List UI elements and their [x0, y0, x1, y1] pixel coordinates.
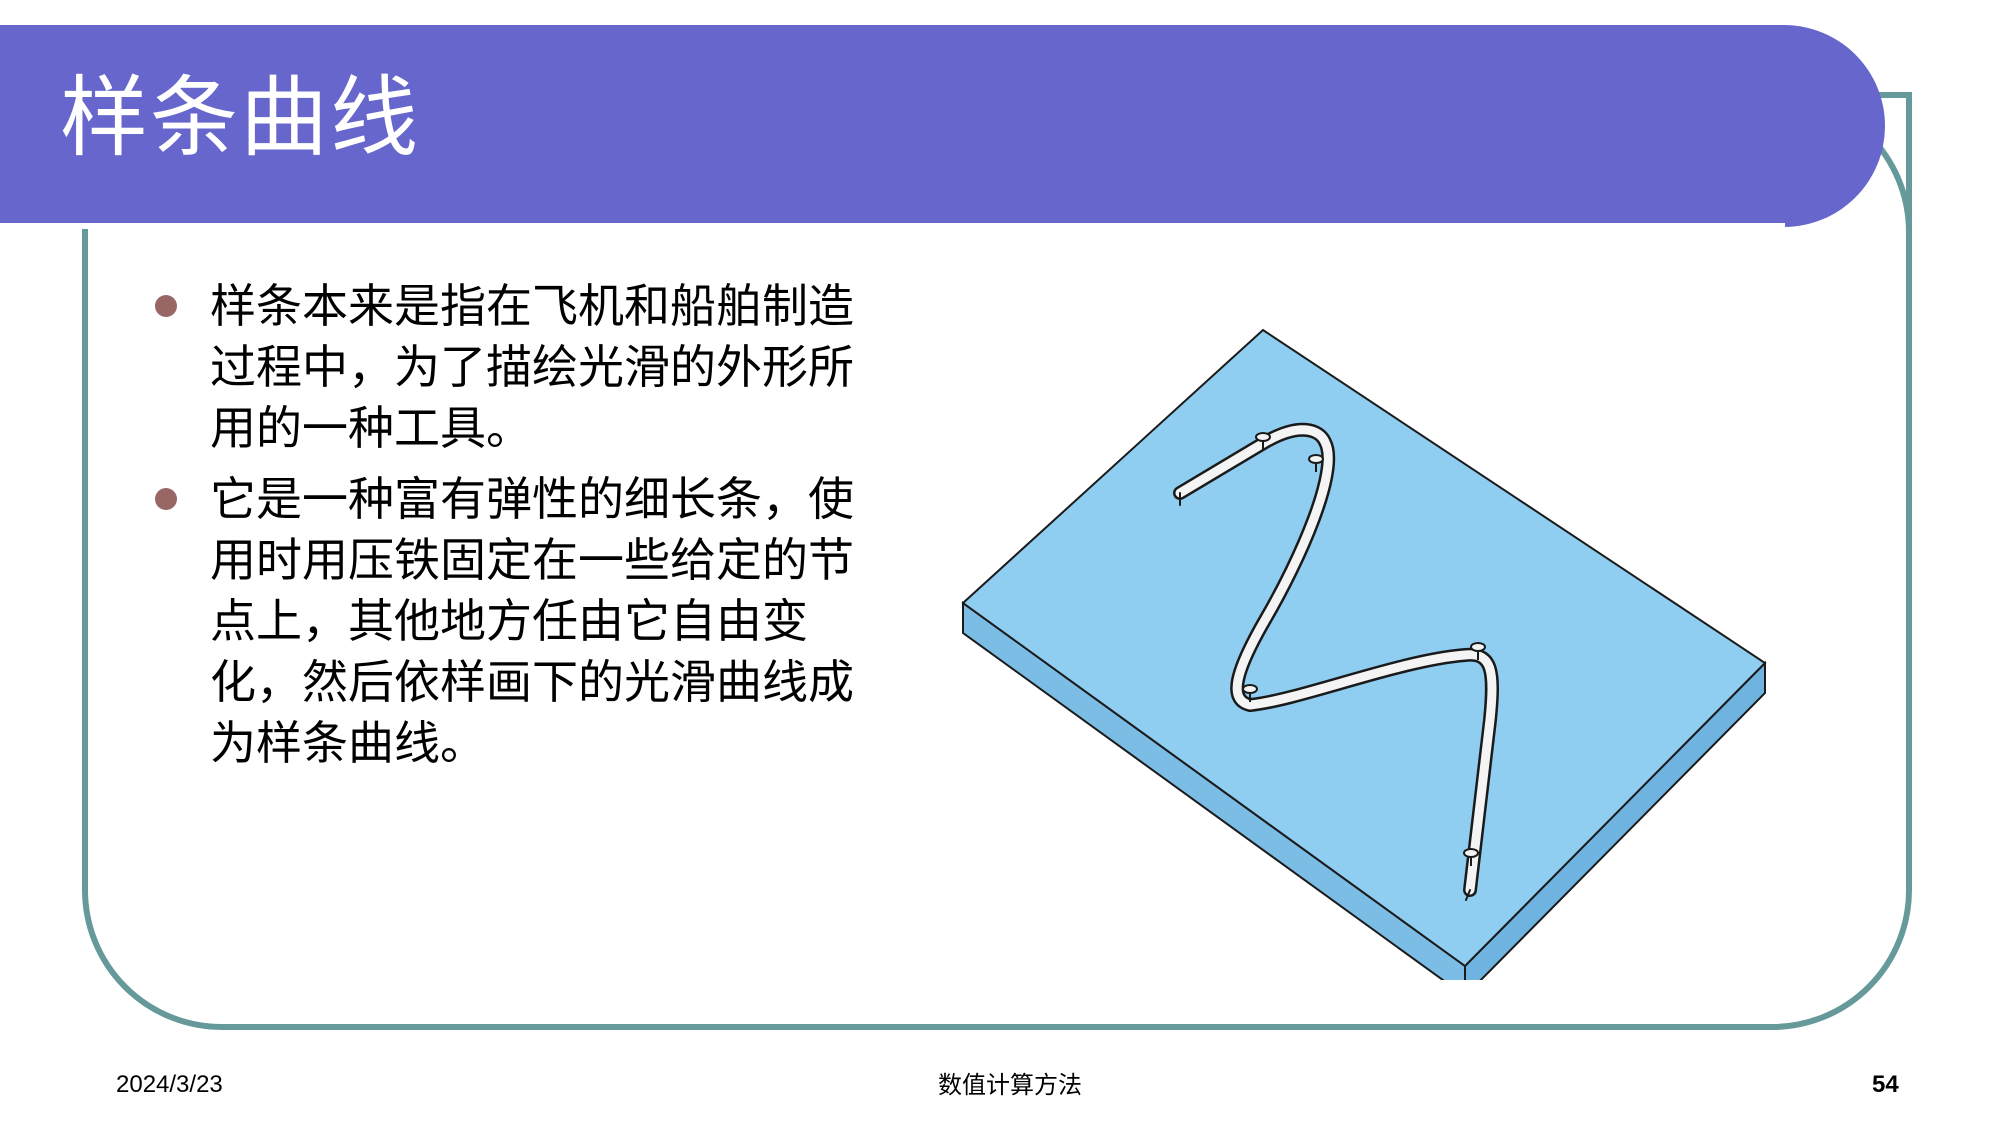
bullet-icon: [155, 488, 177, 510]
bullet-item: 它是一种富有弹性的细长条，使用时用压铁固定在一些给定的节点上，其他地方任由它自由…: [150, 469, 890, 774]
footer-course-title: 数值计算方法: [938, 1071, 1082, 1099]
bullet-item: 样条本来是指在飞机和船舶制造过程中，为了描绘光滑的外形所用的一种工具。: [150, 276, 890, 459]
bullet-text: 它是一种富有弹性的细长条，使用时用压铁固定在一些给定的节点上，其他地方任由它自由…: [210, 472, 854, 770]
slide-title: 样条曲线: [60, 66, 421, 169]
bullet-icon: [155, 295, 177, 317]
spline-board-illustration: [961, 328, 1767, 980]
board-top: [961, 328, 1767, 968]
bullet-list: 样条本来是指在飞机和船舶制造过程中，为了描绘光滑的外形所用的一种工具。 它是一种…: [150, 276, 890, 784]
title-underline: [0, 223, 1785, 229]
page-number: 54: [1872, 1071, 1899, 1098]
bullet-text: 样条本来是指在飞机和船舶制造过程中，为了描绘光滑的外形所用的一种工具。: [210, 279, 854, 455]
footer-date: 2024/3/23: [116, 1071, 223, 1098]
